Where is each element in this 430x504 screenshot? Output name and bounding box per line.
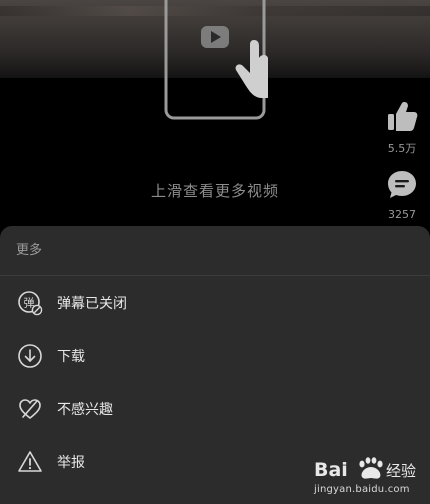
video-player[interactable]: 上滑查看更多视频 5.5万 3257: [0, 0, 430, 230]
menu-item-danmaku-off[interactable]: 弹 弹幕已关闭: [0, 276, 430, 329]
menu-item-label: 不感兴趣: [57, 401, 113, 418]
comment-icon: [388, 171, 416, 198]
not-interested-icon: [19, 398, 41, 419]
svg-text:Bai: Bai: [314, 459, 348, 481]
watermark-url: jingyan.baidu.com: [314, 484, 410, 495]
sheet-title: 更多: [0, 226, 430, 276]
report-icon: [18, 450, 42, 472]
comment-count: 3257: [388, 208, 416, 221]
swipe-hint-text: 上滑查看更多视频: [150, 182, 279, 200]
comment-button[interactable]: 3257: [380, 168, 424, 221]
swipe-up-guide-icon: [164, 0, 268, 120]
menu-item-not-interested[interactable]: 不感兴趣: [0, 382, 430, 435]
menu-item-label: 举报: [57, 454, 85, 471]
download-icon: [18, 343, 42, 368]
like-button[interactable]: 5.5万: [380, 100, 424, 156]
menu-item-download[interactable]: 下载: [0, 329, 430, 382]
baidu-logo: Bai 经验: [314, 457, 416, 481]
svg-text:经验: 经验: [386, 462, 416, 480]
danmaku-off-icon: 弹: [18, 290, 43, 315]
menu-item-label: 弹幕已关闭: [57, 295, 127, 312]
like-count: 5.5万: [387, 142, 417, 155]
thumbs-up-icon: [388, 102, 418, 131]
baidu-jingyan-watermark: Bai 经验 jingyan.baidu.com: [306, 452, 426, 500]
menu-item-label: 下载: [57, 348, 85, 365]
